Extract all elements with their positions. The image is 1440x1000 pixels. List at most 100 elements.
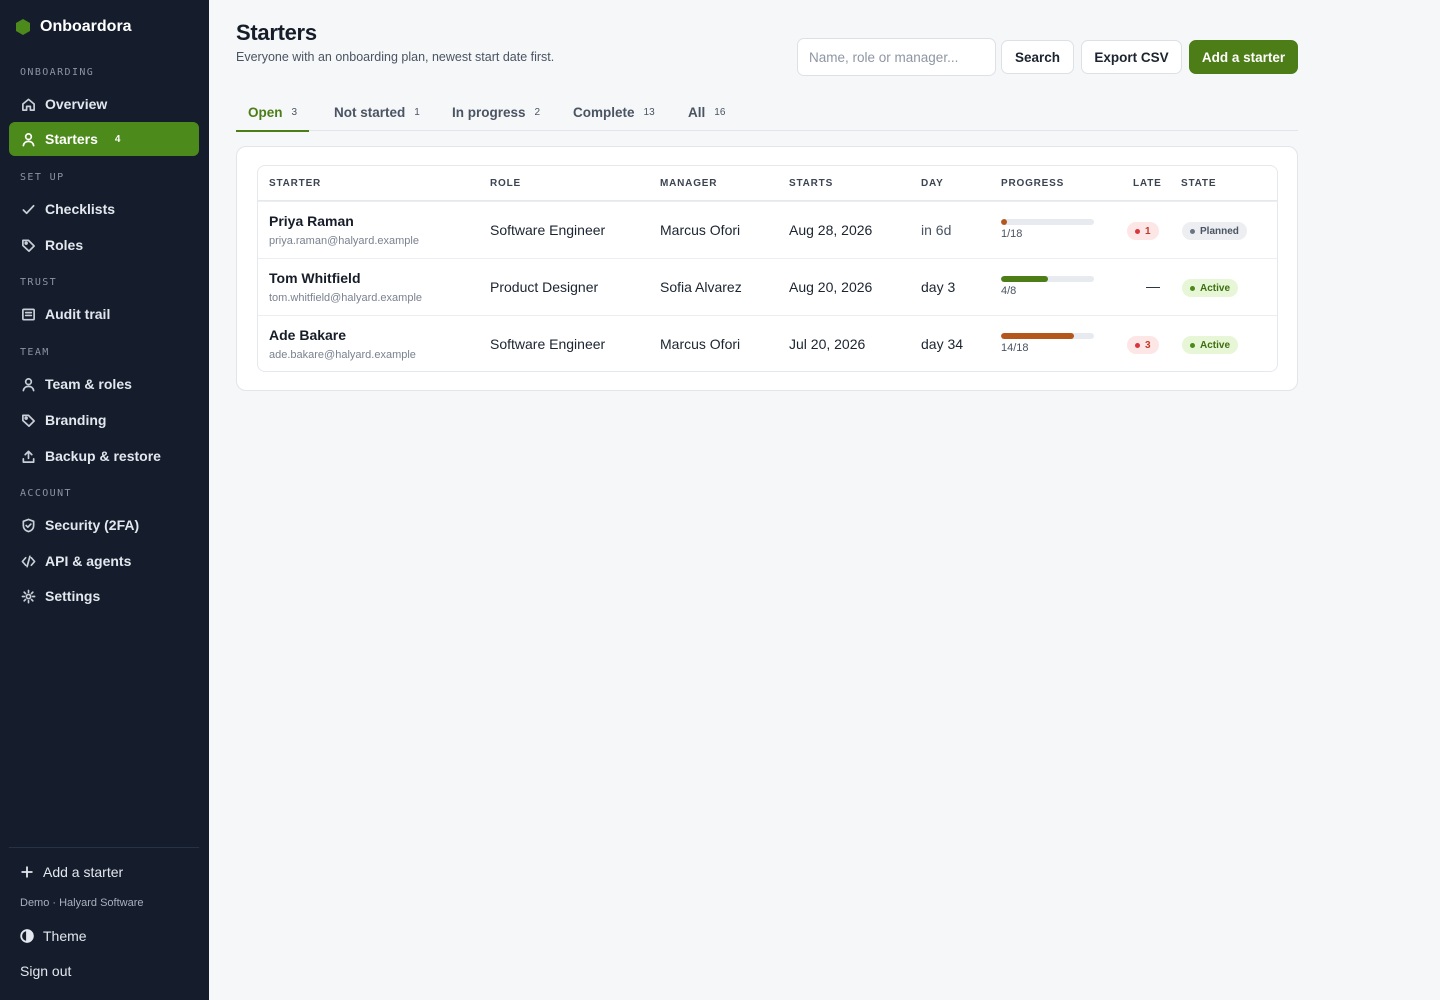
sidebar-item-label: Team & roles (45, 376, 132, 392)
tab-count: 13 (643, 107, 655, 118)
export-csv-button[interactable]: Export CSV (1081, 40, 1182, 74)
tag-icon (20, 237, 36, 253)
starter-email: tom.whitfield@halyard.example (269, 292, 423, 304)
starter-manager: Sofia Alvarez (660, 279, 742, 295)
page-subtitle: Everyone with an onboarding plan, newest… (236, 50, 555, 64)
alert-dot-icon (1135, 228, 1140, 234)
column-header-progress: PROGRESS (1001, 177, 1065, 189)
section-label-onboarding: ONBOARDING (20, 67, 95, 78)
theme-label: Theme (43, 928, 87, 944)
starter-name[interactable]: Tom Whitfield (269, 270, 361, 286)
tab-label: Not started (334, 105, 406, 120)
column-header-starts: STARTS (789, 177, 834, 189)
tag-icon (20, 412, 36, 428)
progress-bar-fill (1001, 276, 1048, 282)
sidebar-item-overview[interactable]: Overview (9, 87, 199, 121)
section-label-trust: TRUST (20, 277, 58, 288)
code-icon (20, 553, 36, 569)
column-header-starter: STARTER (269, 177, 322, 189)
progress-label: 4/8 (1001, 285, 1017, 297)
column-header-role: ROLE (490, 177, 521, 189)
starter-manager: Marcus Ofori (660, 222, 741, 238)
sidebar-item-label: Branding (45, 412, 107, 428)
status-badge: Active (1182, 279, 1239, 297)
starter-start-date: Aug 28, 2026 (789, 222, 873, 238)
starter-name[interactable]: Ade Bakare (269, 327, 346, 343)
tab-label: Complete (573, 105, 635, 120)
sidebar-item-security[interactable]: Security (2FA) (9, 508, 199, 542)
user-icon (20, 376, 36, 392)
tab-open[interactable]: Open 3 (236, 94, 310, 132)
tab-in-progress[interactable]: In progress 2 (452, 94, 540, 131)
alert-dot-icon (1135, 342, 1140, 348)
sidebar-item-checklists[interactable]: Checklists (9, 192, 199, 226)
starter-role: Software Engineer (490, 222, 606, 238)
progress-bar (1001, 219, 1094, 225)
add-starter-label: Add a starter (43, 864, 124, 880)
search-input[interactable] (797, 38, 996, 76)
late-none: — (1146, 278, 1160, 294)
check-icon (20, 201, 36, 217)
section-label-account: ACCOUNT (20, 488, 72, 499)
search-button[interactable]: Search (1001, 40, 1074, 74)
progress-bar-fill (1001, 219, 1007, 225)
column-header-late: LATE (1133, 177, 1162, 189)
sidebar-item-audit-trail[interactable]: Audit trail (9, 297, 199, 331)
sidebar-item-label: Audit trail (45, 306, 111, 322)
progress-label: 1/18 (1001, 228, 1023, 240)
tab-label: Open (248, 105, 283, 120)
progress-bar (1001, 333, 1094, 339)
late-badge: 1 (1127, 222, 1159, 240)
theme-toggle[interactable]: Theme (20, 928, 87, 944)
sidebar-item-api-agents[interactable]: API & agents (9, 544, 199, 578)
sidebar-item-label: Checklists (45, 201, 116, 217)
status-dot-icon (1190, 285, 1195, 291)
starter-start-date: Jul 20, 2026 (789, 336, 866, 352)
tab-count: 3 (291, 107, 298, 118)
starter-email: ade.bakare@halyard.example (269, 349, 416, 361)
add-starter-button[interactable]: Add a starter (1189, 40, 1298, 74)
sidebar-add-starter-button[interactable]: Add a starter (20, 864, 123, 880)
tab-not-started[interactable]: Not started 1 (334, 94, 420, 131)
starter-name[interactable]: Priya Raman (269, 213, 354, 229)
tab-count: 16 (714, 107, 726, 118)
sidebar-item-label: Settings (45, 588, 101, 604)
sidebar-item-team-roles[interactable]: Team & roles (9, 367, 199, 401)
progress-bar-fill (1001, 333, 1074, 339)
starters-card: STARTER ROLE MANAGER STARTS DAY PROGRESS… (236, 146, 1298, 391)
starter-role: Software Engineer (490, 336, 606, 352)
demo-account-text: Demo · Halyard Software (20, 897, 144, 909)
shield-icon (20, 517, 36, 533)
table-row[interactable]: Tom Whitfield tom.whitfield@halyard.exam… (258, 258, 1277, 315)
user-icon (20, 131, 36, 147)
sidebar-item-starters[interactable]: Starters 4 (9, 122, 199, 156)
table-row[interactable]: Priya Raman priya.raman@halyard.example … (258, 201, 1277, 258)
column-header-manager: MANAGER (660, 177, 718, 189)
upload-icon (20, 448, 36, 464)
progress-label: 14/18 (1001, 342, 1029, 354)
tab-count: 2 (534, 107, 541, 118)
late-count: 1 (1145, 225, 1151, 237)
sidebar-item-branding[interactable]: Branding (9, 403, 199, 437)
brand-name: Onboardora (40, 18, 132, 35)
starter-day: in 6d (921, 222, 952, 238)
late-badge: 3 (1127, 336, 1159, 354)
sidebar-item-label: Security (2FA) (45, 517, 140, 533)
tab-complete[interactable]: Complete 13 (573, 94, 655, 131)
brand[interactable]: Onboardora (16, 17, 132, 37)
sidebar-item-label: Starters (45, 131, 98, 147)
sign-out-link[interactable]: Sign out (20, 963, 71, 979)
starter-day: day 3 (921, 279, 956, 295)
late-count: 3 (1145, 339, 1151, 351)
starter-start-date: Aug 20, 2026 (789, 279, 873, 295)
sidebar-item-roles[interactable]: Roles (9, 228, 199, 262)
status-badge: Planned (1182, 222, 1247, 240)
sidebar-item-label: Overview (45, 96, 108, 112)
tab-all[interactable]: All 16 (688, 94, 725, 131)
table-row[interactable]: Ade Bakare ade.bakare@halyard.example So… (258, 315, 1277, 371)
status-label: Active (1200, 282, 1231, 294)
sidebar-item-settings[interactable]: Settings (9, 579, 199, 613)
plus-icon (21, 866, 33, 878)
sidebar-item-backup-restore[interactable]: Backup & restore (9, 439, 199, 473)
starter-role: Product Designer (490, 279, 599, 295)
